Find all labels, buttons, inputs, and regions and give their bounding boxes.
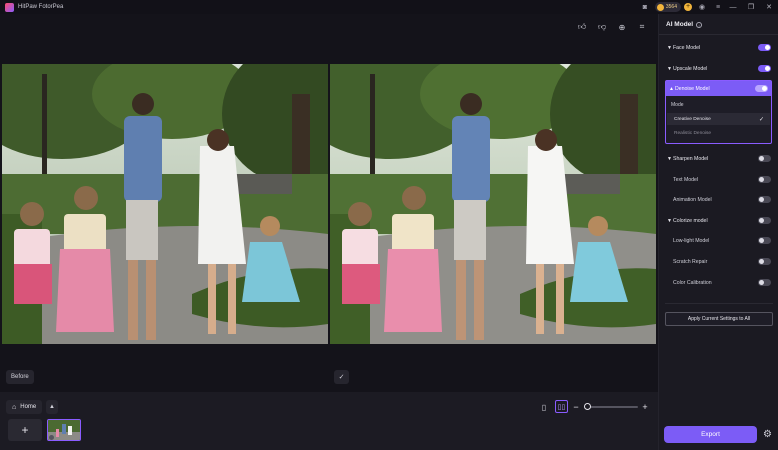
model-row-colorize[interactable]: ▼ Colorize model [667,215,771,227]
info-icon[interactable]: i [696,21,703,28]
export-button[interactable]: Export [664,426,757,443]
close-button[interactable]: ✕ [760,0,778,14]
denoise-model-section: ▲ Denoise Model Mode Creative Denoise ✓ … [665,80,772,144]
mode-option-realistic[interactable]: Realistic Denoise [667,127,770,139]
mode-label: Mode [671,102,684,108]
coin-plus-icon[interactable]: + [684,3,692,11]
coin-icon [656,3,664,11]
upscale-model-toggle[interactable] [758,65,771,72]
zoom-slider-handle[interactable] [584,403,591,410]
menu-icon[interactable]: ≡ [712,0,724,14]
credits-count: 3564 [665,4,677,10]
collapse-chevron-icon[interactable]: ▲ [46,400,58,414]
title-bar: HitPaw FotorPea ◙ 3564 + ◉ ≡ — ❐ ✕ [0,0,778,14]
bottom-bar: ⌂ Home ▲ + ▯ ▯▯ − + [0,392,658,450]
lowlight-model-toggle[interactable] [758,237,771,244]
settings-gear-icon[interactable]: ⚙ [762,429,773,440]
credits-badge[interactable]: 3564 [654,2,681,12]
zoom-out-button[interactable]: − [571,401,581,413]
thumbnail-remove-icon[interactable] [49,435,54,440]
account-icon[interactable]: ◉ [696,0,708,14]
check-icon: ✓ [758,116,764,123]
face-model-toggle[interactable] [758,44,771,51]
home-label: Home [20,404,37,410]
divider [665,303,773,304]
add-image-button[interactable]: + [8,419,42,441]
model-row-scratch[interactable]: Scratch Repair [667,256,771,268]
model-row-face[interactable]: ▼ Face Model [667,42,771,54]
animation-model-toggle[interactable] [758,196,771,203]
panel-title: AI Model i [666,21,703,28]
text-model-toggle[interactable] [758,176,771,183]
model-row-text[interactable]: Text Model [667,174,771,186]
crop-icon[interactable]: ⌗ [636,21,648,33]
before-label-button[interactable]: Before [6,370,34,384]
mode-option-creative[interactable]: Creative Denoise ✓ [667,113,770,125]
restore-button[interactable]: ❐ [742,0,760,14]
discord-icon[interactable]: ◙ [639,0,651,14]
model-row-upscale[interactable]: ▼ Upscale Model [667,63,771,75]
zoom-in-button[interactable]: + [640,401,650,413]
denoise-model-toggle[interactable] [755,85,768,92]
home-icon: ⌂ [12,403,17,411]
colorize-model-toggle[interactable] [758,217,771,224]
model-row-calibration[interactable]: Color Calibration [667,277,771,289]
preview-toolbar: 👍︎ 👎︎ ⊕ ⌗ [576,21,648,33]
divider [659,34,778,35]
zoom-in-icon[interactable]: ⊕ [616,21,628,33]
thumbs-down-icon[interactable]: 👎︎ [596,21,608,33]
after-image[interactable] [330,64,656,344]
single-view-icon[interactable]: ▯ [538,401,550,413]
model-row-lowlight[interactable]: Low-light Model [667,235,771,247]
minimize-button[interactable]: — [724,0,742,14]
scratch-repair-toggle[interactable] [758,258,771,265]
app-title: HitPaw FotorPea [18,4,64,10]
workspace: 👍︎ 👎︎ ⊕ ⌗ Before ✓ [0,14,658,392]
split-view-icon[interactable]: ▯▯ [555,400,568,413]
thumbs-up-icon[interactable]: 👍︎ [576,21,588,33]
color-calibration-toggle[interactable] [758,279,771,286]
home-button[interactable]: ⌂ Home [6,400,43,414]
model-row-denoise[interactable]: ▲ Denoise Model [666,81,771,96]
model-row-sharpen[interactable]: ▼ Sharpen Model [667,153,771,165]
sharpen-model-toggle[interactable] [758,155,771,162]
confirm-check-button[interactable]: ✓ [334,370,349,384]
before-image[interactable] [2,64,328,344]
apply-to-all-button[interactable]: Apply Current Settings to All [665,312,773,326]
model-row-animation[interactable]: Animation Model [667,194,771,206]
zoom-slider[interactable] [586,406,638,408]
app-logo [5,2,14,12]
